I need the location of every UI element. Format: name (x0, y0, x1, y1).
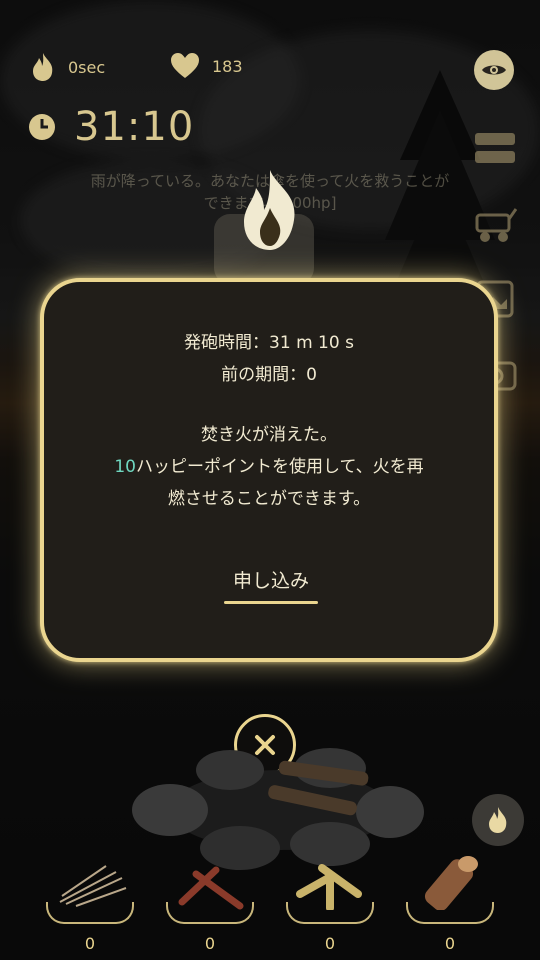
apply-button[interactable]: 申し込み (224, 564, 318, 604)
fire-button-icon (489, 807, 507, 833)
inventory-count: 0 (204, 934, 216, 953)
wagon-icon (475, 208, 517, 242)
flame-icon (33, 53, 53, 81)
countdown-timer: 31:10 (28, 104, 194, 150)
log-icon (424, 856, 478, 911)
campfire-flame-icon (244, 170, 295, 250)
burn-time-stat: 0sec (30, 52, 105, 82)
points-text-2: 燃させることができます。 (167, 489, 371, 509)
eye-button[interactable] (474, 50, 514, 90)
inventory-slot-kindling[interactable]: 0 (286, 850, 376, 953)
hearts-stat: 183 (170, 52, 243, 80)
inventory-tray (166, 902, 254, 924)
inventory-count: 0 (444, 934, 456, 953)
firing-time-text: 発砲時間：31 m 10 s (184, 333, 354, 353)
kindling-icon (296, 864, 362, 912)
inventory-count: 0 (324, 934, 336, 953)
inventory-count: 0 (84, 934, 96, 953)
wood-pile-icon (475, 133, 515, 163)
inventory-slot-log[interactable]: 0 (406, 850, 496, 953)
eye-icon (482, 65, 506, 75)
points-line: 10ハッピーポイントを使用して、火を再 (44, 452, 494, 477)
fire-button[interactable] (472, 794, 524, 846)
wagon-button[interactable] (472, 202, 518, 248)
wood-pile-button[interactable] (472, 126, 518, 172)
burn-time-value: 0sec (68, 57, 106, 77)
sticks-icon (178, 866, 244, 910)
inventory-tray (46, 902, 134, 924)
clock-icon (29, 114, 55, 140)
rekindle-dialog: 発砲時間：31 m 10 s 前の期間：0 焚き火が消えた。 10ハッピーポイン… (40, 278, 498, 662)
inventory-tray (406, 902, 494, 924)
points-text: ハッピーポイントを使用して、火を再 (136, 457, 424, 477)
inventory-slot-sticks[interactable]: 0 (166, 850, 256, 953)
extinguished-text: 焚き火が消えた。 (201, 425, 337, 445)
points-amount: 10 (114, 457, 136, 477)
timer-value: 31:10 (74, 104, 195, 150)
inventory-tray (286, 902, 374, 924)
hearts-value: 183 (212, 56, 243, 76)
inventory-slot-twigs[interactable]: 0 (46, 850, 136, 953)
previous-period-text: 前の期間：0 (221, 365, 317, 385)
twigs-icon (59, 865, 127, 907)
heart-icon (171, 53, 199, 78)
